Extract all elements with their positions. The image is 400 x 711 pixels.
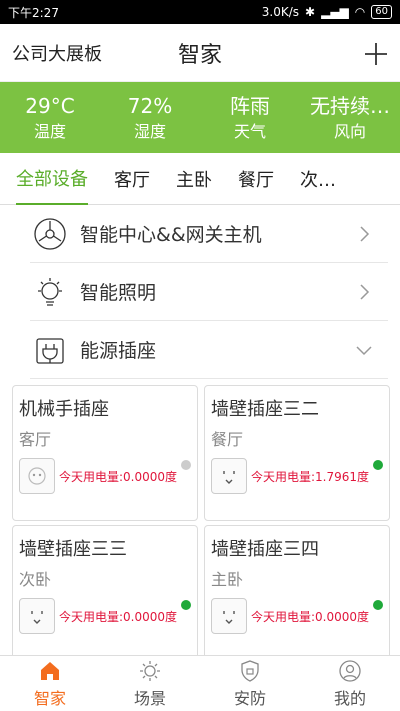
plug-icon <box>30 330 70 370</box>
nav-label: 场景 <box>133 688 166 708</box>
status-dot <box>373 460 383 470</box>
device-name: 墙壁插座三三 <box>19 539 127 560</box>
tab-all-devices[interactable]: 全部设备 <box>16 152 88 205</box>
company-name[interactable]: 公司大展板 <box>12 40 142 66</box>
plus-icon <box>364 42 387 65</box>
bottom-nav: 智家 场景 安防 我的 <box>0 655 400 711</box>
status-bar: 下午2:27 3.0K/s ✱ ▂▄▆ ◠ 60 <box>0 0 400 24</box>
status-indicators: 3.0K/s ✱ ▂▄▆ ◠ 60 <box>262 5 392 19</box>
device-card[interactable]: 机械手插座 客厅 今天用电量:0.0000度 <box>12 385 198 521</box>
category-label: 能源插座 <box>80 340 157 362</box>
hub-icon <box>30 214 70 254</box>
power-usage: 今天用电量:0.0000度 <box>251 609 370 624</box>
power-usage: 今天用电量:0.0000度 <box>59 469 178 484</box>
device-room: 餐厅 <box>211 430 244 449</box>
socket-icon <box>19 458 55 494</box>
app-bar: 公司大展板 智家 <box>0 24 400 82</box>
category-label: 智能中心&&网关主机 <box>80 224 262 246</box>
wifi-icon: ◠ <box>354 5 366 19</box>
device-card[interactable]: 墙壁插座三三 次卧 今天用电量:0.0000度 <box>12 525 198 661</box>
weather-condition: 阵雨 天气 <box>200 82 300 153</box>
nav-label: 智家 <box>33 688 66 708</box>
weather-value: 72% <box>127 93 173 118</box>
weather-value: 阵雨 <box>230 93 270 118</box>
socket-icon <box>211 458 247 494</box>
signal-icon: ▂▄▆ <box>321 5 349 19</box>
battery-icon: 60 <box>371 5 392 19</box>
weather-label: 湿度 <box>133 121 166 141</box>
category-hub[interactable]: 智能中心&&网关主机 <box>30 205 388 263</box>
device-card[interactable]: 墙壁插座三二 餐厅 今天用电量:1.7961度 <box>204 385 390 521</box>
room-tabs: 全部设备 客厅 主卧 餐厅 次… <box>0 153 400 205</box>
page-title: 智家 <box>177 42 222 68</box>
weather-humidity: 72% 湿度 <box>100 82 200 153</box>
weather-temperature: 29°C 温度 <box>0 82 100 153</box>
weather-label: 风向 <box>333 121 366 141</box>
device-room: 客厅 <box>19 430 52 449</box>
chevron-right-icon <box>360 283 370 300</box>
status-dot <box>181 600 191 610</box>
scene-icon <box>140 660 160 681</box>
device-name: 机械手插座 <box>19 399 109 420</box>
profile-icon <box>339 659 361 682</box>
weather-label: 天气 <box>233 121 266 141</box>
home-icon <box>41 661 59 680</box>
weather-panel: 29°C 温度 72% 湿度 阵雨 天气 无持续… 风向 <box>0 82 400 153</box>
category-energy-socket[interactable]: 能源插座 <box>30 321 388 379</box>
bulb-icon <box>30 272 70 312</box>
nav-scene[interactable]: 场景 <box>100 656 200 711</box>
device-card[interactable]: 墙壁插座三四 主卧 今天用电量:0.0000度 <box>204 525 390 661</box>
nav-label: 安防 <box>233 688 266 708</box>
tab-living-room[interactable]: 客厅 <box>114 153 150 204</box>
category-label: 智能照明 <box>80 282 157 304</box>
network-speed: 3.0K/s <box>261 5 300 19</box>
nav-profile[interactable]: 我的 <box>300 656 400 711</box>
chevron-right-icon <box>360 225 370 242</box>
category-lighting[interactable]: 智能照明 <box>30 263 388 321</box>
nav-security[interactable]: 安防 <box>200 656 300 711</box>
weather-wind: 无持续… 风向 <box>300 82 400 153</box>
tab-dining-room[interactable]: 餐厅 <box>238 153 274 204</box>
chevron-down-icon <box>356 345 372 355</box>
socket-icon <box>19 598 55 634</box>
add-button[interactable] <box>258 35 388 70</box>
security-icon <box>241 659 259 682</box>
device-room: 主卧 <box>211 570 244 589</box>
socket-icon <box>211 598 247 634</box>
device-name: 墙壁插座三四 <box>211 539 319 560</box>
nav-label: 我的 <box>333 688 366 708</box>
status-dot <box>373 600 383 610</box>
power-usage: 今天用电量:1.7961度 <box>251 469 370 484</box>
device-room: 次卧 <box>19 570 52 589</box>
weather-value: 29°C <box>25 93 75 118</box>
status-time: 下午2:27 <box>8 5 59 20</box>
device-grid: 机械手插座 客厅 今天用电量:0.0000度 墙壁插座三二 餐厅 今天用电量:1… <box>0 379 400 661</box>
tab-master-bedroom[interactable]: 主卧 <box>176 153 212 204</box>
power-usage: 今天用电量:0.0000度 <box>59 609 178 624</box>
tab-second-bedroom[interactable]: 次… <box>300 153 336 204</box>
weather-value: 无持续… <box>310 93 390 118</box>
status-dot <box>181 460 191 470</box>
bluetooth-icon: ✱ <box>305 5 316 19</box>
nav-home[interactable]: 智家 <box>0 656 100 711</box>
weather-label: 温度 <box>33 121 66 141</box>
device-name: 墙壁插座三二 <box>211 399 319 420</box>
